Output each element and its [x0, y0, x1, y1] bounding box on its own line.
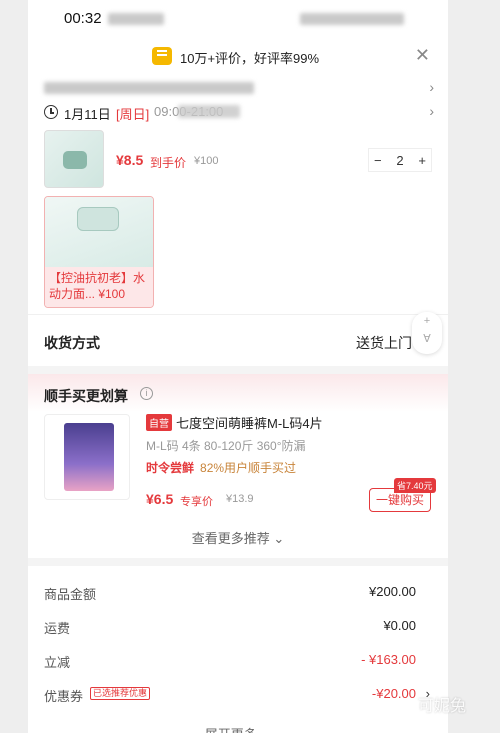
product-row: ¥8.5 到手价 ¥100 − 2 +: [28, 128, 448, 190]
coupon-tag: 已选推荐优惠: [90, 687, 151, 700]
recommend-product-image[interactable]: [44, 414, 130, 500]
delivery-date: 1月11日: [64, 107, 111, 122]
goods-amount-value: ¥200.00: [369, 584, 416, 599]
plus-button[interactable]: +: [418, 153, 426, 168]
goods-amount-row: 商品金额 ¥200.00: [44, 584, 416, 604]
minus-button[interactable]: −: [374, 153, 382, 168]
gift-image: [45, 197, 153, 267]
expand-more-link[interactable]: 展开更多 ⌄: [28, 724, 448, 733]
recommend-price: ¥6.5: [146, 491, 174, 507]
gift-caption: 【控油抗初老】水动力面... ¥100: [45, 267, 153, 307]
self-operated-badge: 自营: [146, 414, 172, 431]
more-recommendations-link[interactable]: 查看更多推荐 ⌄: [28, 528, 448, 547]
product-price: ¥8.5: [116, 152, 144, 168]
delivery-method-row[interactable]: 收货方式 送货上门 ›: [28, 314, 448, 366]
recommend-price-tag: 专享价: [180, 496, 213, 508]
status-bar: 00:32: [28, 0, 448, 38]
recommend-product-name[interactable]: 七度空间萌睡裤M-L码4片: [176, 413, 323, 432]
gift-section: 【控油抗初老】水动力面... ¥100: [28, 190, 448, 314]
recommend-product-spec: M-L码 4条 80-120斤 360°防漏: [146, 439, 306, 453]
goods-amount-label: 商品金额: [44, 587, 97, 602]
blurred-address: [44, 82, 254, 94]
discount-value: - ¥163.00: [361, 652, 416, 667]
coupon-value[interactable]: -¥20.00: [372, 686, 416, 701]
rating-text: 10万+评价，好评率99%: [180, 51, 320, 66]
blurred-status-icons: [300, 13, 404, 25]
promo-text: 82%用户顺手买过: [200, 461, 297, 475]
checkout-page: 00:32 10万+评价，好评率99% ✕ › 1月11日 [周日] 09:00…: [28, 0, 448, 733]
delivery-weekday: [周日]: [116, 107, 150, 122]
quantity-value[interactable]: 2: [396, 153, 403, 168]
delivery-method-label: 收货方式: [44, 335, 100, 351]
recommend-original-price: ¥13.9: [226, 493, 254, 505]
close-icon[interactable]: ✕: [415, 45, 430, 66]
product-image[interactable]: [44, 130, 104, 188]
plus-icon: +: [423, 315, 431, 327]
promo-label: 时令尝鲜: [146, 461, 195, 475]
recommend-title: 顺手买更划算: [44, 388, 128, 404]
blurred-status-info: [108, 13, 164, 25]
time-chevron-icon[interactable]: ›: [429, 103, 434, 119]
totals-section: 商品金额 ¥200.00 运费 ¥0.00 立减 - ¥163.00 优惠券 已…: [28, 566, 448, 733]
shipping-row: 运费 ¥0.00: [44, 618, 416, 638]
coupon-row[interactable]: 优惠券 已选推荐优惠 -¥20.00 ›: [44, 686, 430, 706]
recommend-header: 顺手买更划算 i: [28, 374, 448, 412]
gift-card[interactable]: 【控油抗初老】水动力面... ¥100: [44, 196, 154, 308]
shipping-label: 运费: [44, 621, 71, 636]
coupon-label: 优惠券: [44, 689, 84, 704]
clock-icon: [44, 105, 58, 119]
delivery-method-value[interactable]: 送货上门: [356, 333, 412, 353]
watermark: 可妮兔: [418, 698, 467, 715]
blurred-time: [178, 105, 240, 118]
discount-label: 立减: [44, 655, 71, 670]
info-icon[interactable]: i: [140, 387, 153, 400]
address-chevron-icon[interactable]: ›: [429, 79, 434, 95]
shipping-value: ¥0.00: [383, 618, 416, 633]
float-bottom-icon: ∀: [423, 333, 431, 345]
discount-row: 立减 - ¥163.00: [44, 652, 416, 672]
product-original-price: ¥100: [194, 155, 219, 167]
rating-banner: 10万+评价，好评率99% ✕: [28, 38, 448, 74]
save-badge: 省7.40元: [394, 478, 436, 493]
recommend-promo: 时令尝鲜 82%用户顺手买过: [146, 459, 296, 476]
product-price-tag: 到手价: [150, 156, 187, 170]
quantity-stepper[interactable]: − 2 +: [368, 148, 432, 172]
status-time: 00:32: [64, 10, 102, 27]
floating-side-button[interactable]: + ∀: [412, 312, 442, 354]
comment-icon: [152, 47, 172, 65]
recommend-section: 顺手买更划算 i 自营 七度空间萌睡裤M-L码4片 M-L码 4条 80-120…: [28, 374, 448, 558]
